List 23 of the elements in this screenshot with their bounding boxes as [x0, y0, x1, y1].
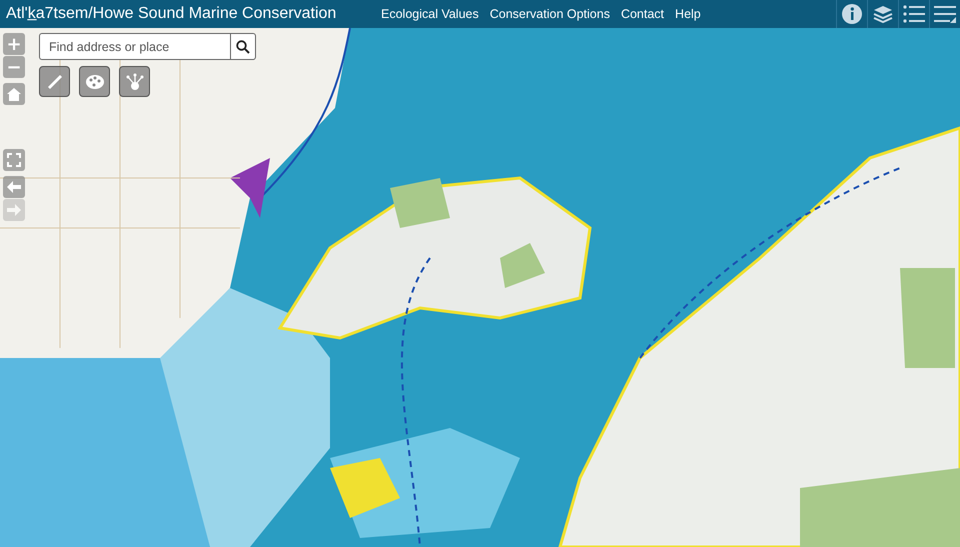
nodes-icon: [124, 72, 144, 90]
back-button[interactable]: [3, 176, 25, 198]
nav-link[interactable]: Ecological Values: [381, 7, 479, 21]
left-arrow-icon: [7, 181, 21, 193]
search-button[interactable]: [230, 33, 256, 60]
measure-button[interactable]: [39, 66, 70, 97]
nav-link[interactable]: Help: [675, 7, 701, 21]
info-icon: [841, 3, 863, 25]
nav-link[interactable]: Conservation Options: [490, 7, 610, 21]
fullscreen-icon: [7, 153, 21, 167]
search-icon: [236, 40, 250, 54]
right-arrow-icon: [7, 204, 21, 216]
palette-icon: [84, 74, 104, 90]
search-field[interactable]: Find address or place: [39, 33, 230, 60]
home-icon: [7, 88, 21, 100]
layers-icon: [872, 4, 894, 24]
menu-icon: [934, 5, 956, 23]
app-title: Atl'k̲a7tsem/Howe Sound Marine Conservation: [5, 5, 338, 23]
ruler-icon: [46, 72, 64, 90]
nav-link[interactable]: Contact: [620, 7, 664, 21]
basemap-button[interactable]: [79, 66, 110, 97]
list-icon: [903, 5, 925, 23]
share-button[interactable]: [119, 66, 150, 97]
